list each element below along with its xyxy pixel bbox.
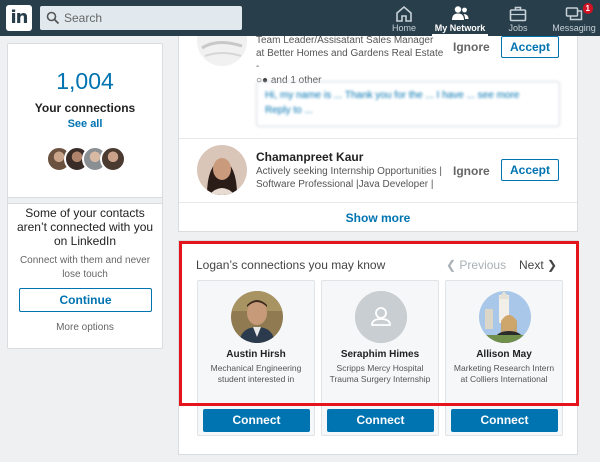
top-navigation-bar: in Home My Network Jobs	[0, 0, 600, 36]
reply-link[interactable]: Reply to ...	[265, 103, 551, 118]
pymk-title: Logan’s connections you may know	[196, 258, 386, 272]
continue-button[interactable]: Continue	[19, 288, 152, 312]
invitation-message[interactable]: Hi, my name is ... Thank you for the ...…	[256, 81, 560, 127]
previous-label: Previous	[459, 258, 507, 272]
notification-badge: 1	[581, 2, 594, 15]
divider	[179, 202, 577, 203]
previous-button[interactable]: ❮ Previous	[446, 258, 506, 272]
person-name[interactable]: Seraphim Himes	[322, 349, 438, 360]
chevron-right-icon: ❯	[543, 258, 558, 272]
person-photo[interactable]	[479, 291, 531, 343]
see-all-link[interactable]: See all	[8, 118, 162, 130]
divider	[8, 197, 162, 204]
network-icon	[452, 6, 469, 20]
avatar	[100, 146, 126, 172]
person-headline: Scripps Mercy Hospital Trauma Surgery In…	[329, 363, 431, 384]
invitation-avatar[interactable]	[197, 36, 247, 66]
invitation-avatar[interactable]	[197, 145, 247, 195]
linkedin-logo[interactable]: in	[6, 5, 32, 31]
person-card[interactable]: Allison May Marketing Research Intern at…	[445, 280, 563, 436]
briefcase-icon	[509, 6, 527, 22]
person-name[interactable]: Allison May	[446, 349, 562, 360]
home-icon	[396, 5, 412, 22]
connect-button[interactable]: Connect	[203, 409, 310, 432]
next-label: Next	[519, 258, 544, 272]
default-avatar-icon	[355, 291, 407, 343]
person-card[interactable]: Austin Hirsh Mechanical Engineering stud…	[197, 280, 315, 436]
search-input[interactable]	[64, 6, 239, 30]
search-box[interactable]	[40, 6, 242, 30]
more-options-link[interactable]: More options	[8, 322, 162, 333]
search-icon	[46, 11, 60, 25]
messaging-icon	[565, 7, 583, 21]
person-photo[interactable]	[231, 291, 283, 343]
nav-jobs-label: Jobs	[508, 23, 528, 33]
nav-messaging[interactable]: Messaging 1	[548, 0, 600, 36]
next-button[interactable]: Next ❯	[519, 258, 557, 272]
people-you-may-know-card: Logan’s connections you may know ❮ Previ…	[178, 240, 578, 455]
person-headline: Mechanical Engineering student intereste…	[210, 363, 302, 384]
nav-my-network-label: My Network	[434, 23, 486, 33]
ignore-button[interactable]: Ignore	[453, 164, 490, 178]
connections-sidebar-card: 1,004 Your connections See all Some of y…	[7, 43, 163, 349]
connect-button[interactable]: Connect	[327, 409, 434, 432]
blurred-photo-icon	[197, 36, 247, 66]
profile-photo	[231, 291, 283, 343]
nav-jobs[interactable]: Jobs	[498, 0, 538, 36]
accept-button[interactable]: Accept	[501, 36, 559, 58]
person-headline: Marketing Research Intern at Colliers In…	[453, 363, 555, 384]
profile-photo	[197, 145, 247, 195]
invitation-name[interactable]: Chamanpreet Kaur	[256, 150, 444, 165]
connections-count[interactable]: 1,004	[8, 68, 162, 95]
connection-avatars[interactable]	[46, 146, 128, 172]
nav-messaging-label: Messaging	[552, 23, 596, 33]
nav-my-network[interactable]: My Network	[432, 0, 488, 36]
invitation-message-text: Hi, my name is ... Thank you for the ...…	[265, 90, 520, 101]
ignore-button[interactable]: Ignore	[453, 40, 490, 54]
nav-home[interactable]: Home	[384, 0, 424, 36]
show-more-button[interactable]: Show more	[179, 211, 577, 225]
person-name[interactable]: Austin Hirsh	[198, 349, 314, 360]
invitation-details: Chamanpreet Kaur Actively seeking Intern…	[256, 150, 444, 191]
connections-label: Your connections	[34, 101, 136, 115]
invitation-headline-text: Team Leader/Assisatant Sales Manager at …	[256, 36, 444, 72]
invitation-headline: Team Leader/Assisatant Sales Manager at …	[256, 36, 444, 87]
invitation-headline: Actively seeking Internship Opportunitie…	[256, 166, 443, 190]
accept-button[interactable]: Accept	[501, 159, 559, 181]
invitations-card: Team Leader/Assisatant Sales Manager at …	[178, 36, 578, 232]
nav-home-label: Home	[391, 23, 416, 33]
person-photo[interactable]	[355, 291, 407, 343]
contacts-description: Connect with them and never lose touch	[19, 255, 151, 280]
divider	[179, 138, 577, 139]
person-card[interactable]: Seraphim Himes Scripps Mercy Hospital Tr…	[321, 280, 439, 436]
contacts-title: Some of your contacts aren’t connected w…	[16, 206, 154, 248]
connect-button[interactable]: Connect	[451, 409, 558, 432]
chevron-left-icon: ❮	[446, 258, 460, 272]
profile-photo	[479, 291, 531, 343]
